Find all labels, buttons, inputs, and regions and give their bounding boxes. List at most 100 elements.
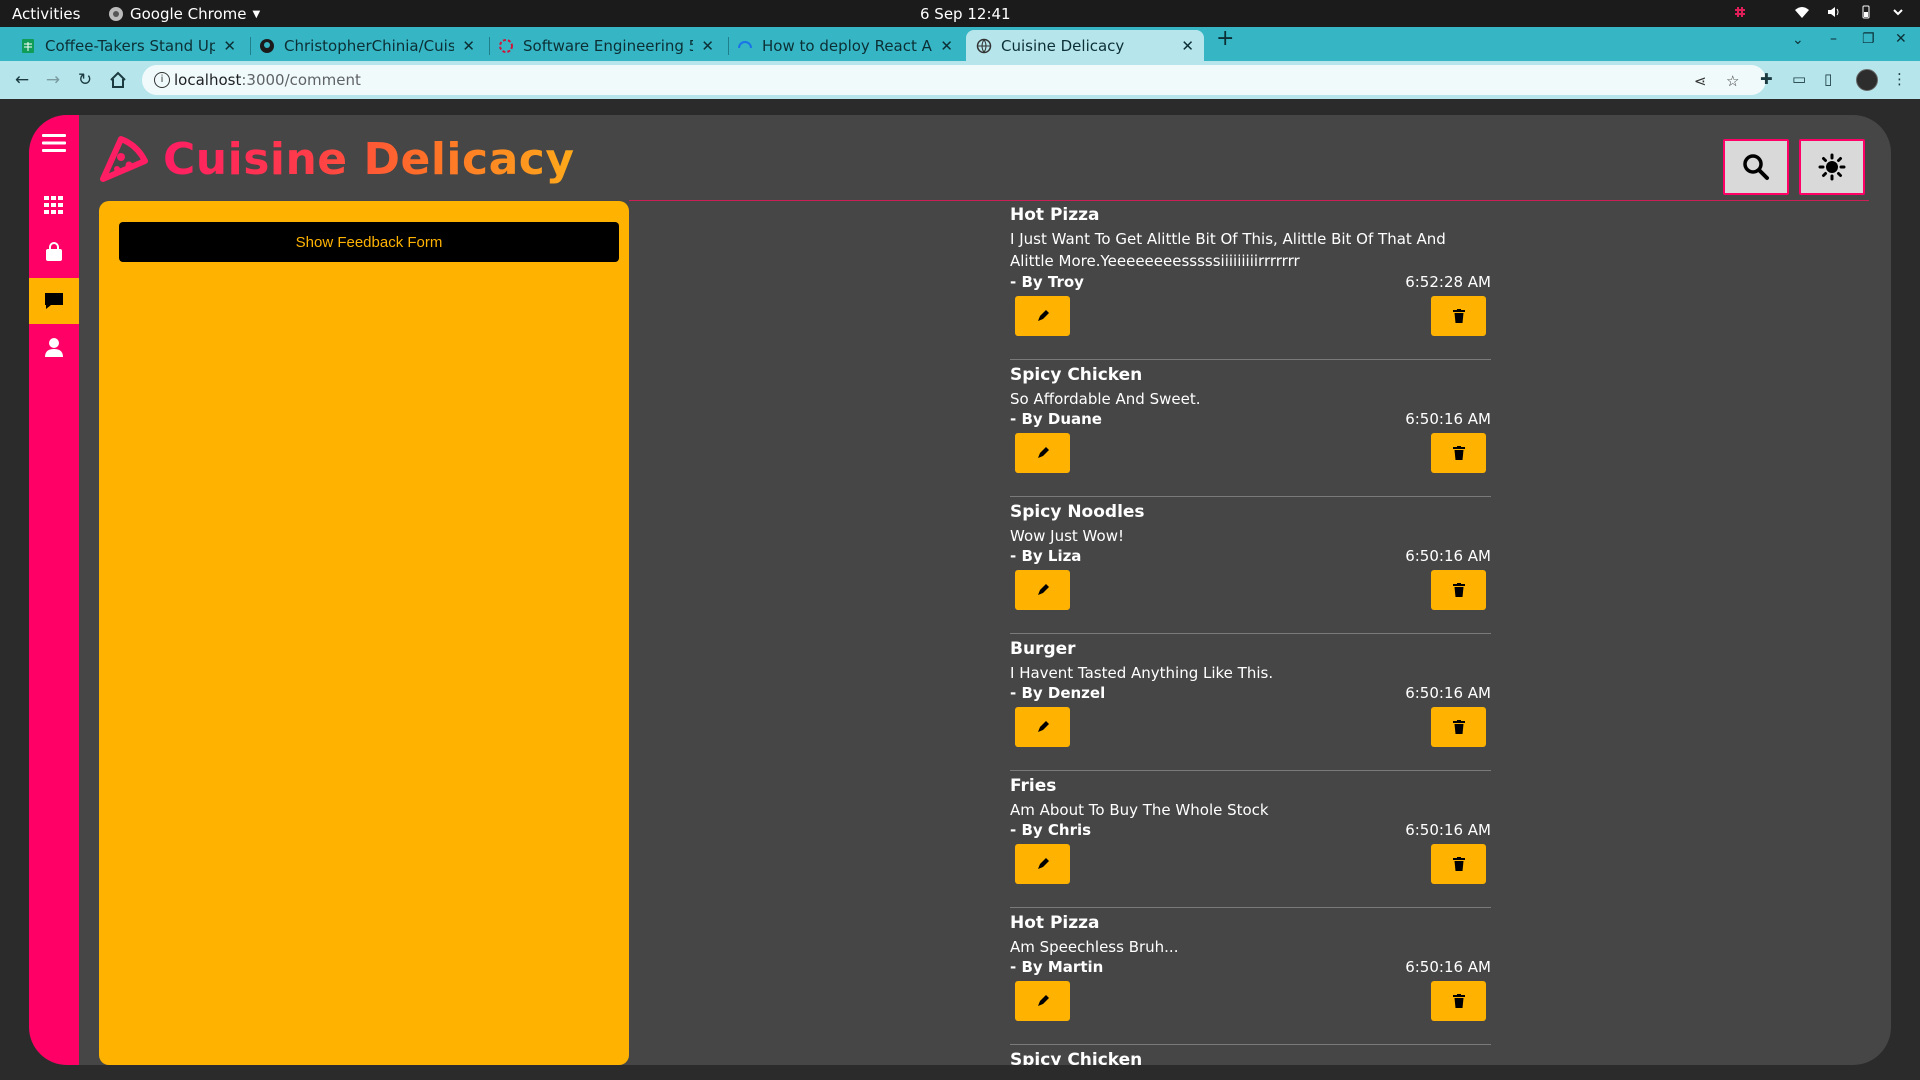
loader-icon bbox=[499, 38, 513, 53]
browser-toolbar: ← → ↻ i localhost:3000/comment ⋖ ☆ ✚ ▭ ▯… bbox=[0, 61, 1920, 99]
delete-comment-button[interactable] bbox=[1431, 433, 1486, 473]
home-icon[interactable] bbox=[108, 70, 128, 90]
grid-icon bbox=[44, 196, 63, 214]
sidebar-item-profile[interactable] bbox=[29, 324, 79, 370]
comment-text: I Havent Tasted Anything Like This. bbox=[1010, 664, 1274, 682]
clock[interactable]: 6 Sep 12:41 bbox=[920, 5, 1011, 23]
hamburger-icon bbox=[42, 134, 66, 152]
sidebar-item-comments[interactable] bbox=[29, 278, 79, 324]
extensions-icon[interactable]: ✚ bbox=[1760, 70, 1773, 88]
comment-food-name: Spicy Chicken bbox=[1010, 1050, 1143, 1065]
app-container: Cuisine Delicacy Show Feedback Form Hot … bbox=[29, 115, 1891, 1065]
comment-food-name: Spicy Chicken bbox=[1010, 365, 1143, 385]
comment-food-name: Burger bbox=[1010, 639, 1076, 659]
edit-icon bbox=[1037, 447, 1049, 458]
volume-icon bbox=[1828, 7, 1839, 17]
side-panel-icon[interactable]: ▯ bbox=[1824, 70, 1832, 88]
comment-time: 6:50:16 AM bbox=[1405, 821, 1491, 839]
page-viewport: Cuisine Delicacy Show Feedback Form Hot … bbox=[0, 99, 1920, 1080]
close-icon[interactable]: ✕ bbox=[940, 37, 953, 55]
comment-food-name: Fries bbox=[1010, 776, 1057, 796]
delete-comment-button[interactable] bbox=[1431, 296, 1486, 336]
share-icon[interactable]: ⋖ bbox=[1694, 72, 1707, 90]
sidebar bbox=[29, 115, 79, 1065]
activities-button[interactable]: Activities bbox=[12, 5, 80, 23]
comment-food-name: Spicy Noodles bbox=[1010, 502, 1145, 522]
cast-icon[interactable]: ▭ bbox=[1792, 70, 1806, 88]
tab-cuisine-delicacy[interactable]: Cuisine Delicacy ✕ bbox=[966, 30, 1204, 61]
new-tab-icon[interactable]: + bbox=[1216, 26, 1234, 51]
close-icon[interactable]: ✕ bbox=[701, 37, 714, 55]
sidebar-item-shop[interactable] bbox=[29, 229, 79, 275]
sheets-icon bbox=[22, 38, 34, 53]
minimize-icon[interactable]: – bbox=[1830, 31, 1837, 47]
comment-author: - By Denzel bbox=[1010, 684, 1106, 702]
comment-time: 6:50:16 AM bbox=[1405, 410, 1491, 428]
system-tray[interactable] bbox=[1732, 4, 1906, 20]
edit-comment-button[interactable] bbox=[1015, 707, 1070, 747]
brand[interactable]: Cuisine Delicacy bbox=[99, 133, 575, 185]
comment-text: So Affordable And Sweet. bbox=[1010, 390, 1201, 408]
comment-author: - By Troy bbox=[1010, 273, 1084, 291]
comment-time: 6:50:16 AM bbox=[1405, 684, 1491, 702]
trash-icon bbox=[1452, 994, 1465, 1008]
reload-icon[interactable]: ↻ bbox=[75, 70, 95, 90]
comment-item: Fries Am About To Buy The Whole Stock - By… bbox=[1010, 771, 1491, 908]
comment-item: Spicy Chicken So Affordable And Sweet. - B… bbox=[1010, 360, 1491, 497]
close-icon[interactable]: ✕ bbox=[223, 37, 236, 55]
edit-comment-button[interactable] bbox=[1015, 296, 1070, 336]
loader-icon bbox=[738, 40, 752, 48]
address-bar[interactable]: i localhost:3000/comment ⋖ ☆ bbox=[142, 65, 1766, 95]
delete-comment-button[interactable] bbox=[1431, 844, 1486, 884]
tab-software-engineering[interactable]: Software Engineering 59- ✕ bbox=[488, 30, 724, 61]
globe-icon bbox=[976, 38, 992, 53]
edit-icon bbox=[1037, 858, 1049, 869]
show-feedback-form-button[interactable]: Show Feedback Form bbox=[119, 222, 619, 262]
sidebar-item-menu[interactable] bbox=[29, 120, 79, 166]
edit-comment-button[interactable] bbox=[1015, 844, 1070, 884]
power-caret-icon bbox=[1893, 9, 1903, 16]
tab-coffee-takers[interactable]: Coffee-Takers Stand Up Li ✕ bbox=[10, 30, 246, 61]
theme-toggle-button[interactable] bbox=[1799, 139, 1865, 195]
comment-author: - By Liza bbox=[1010, 547, 1082, 565]
delete-comment-button[interactable] bbox=[1431, 981, 1486, 1021]
search-icon bbox=[1743, 154, 1769, 180]
restore-icon[interactable]: ❐ bbox=[1862, 31, 1875, 47]
trash-icon bbox=[1452, 720, 1465, 734]
github-icon bbox=[260, 38, 274, 53]
comment-text: Wow Just Wow! bbox=[1010, 527, 1124, 545]
comments-list: Hot Pizza I Just Want To Get Alittle Bit … bbox=[1010, 200, 1491, 1065]
comment-text: Am About To Buy The Whole Stock bbox=[1010, 801, 1269, 819]
tab-github[interactable]: ChristopherChinia/Cuisin ✕ bbox=[249, 30, 485, 61]
edit-comment-button[interactable] bbox=[1015, 570, 1070, 610]
more-menu-icon[interactable]: ⋮ bbox=[1892, 70, 1907, 88]
app-menu[interactable]: Google Chrome ▼ bbox=[108, 5, 260, 23]
tab-strip: Coffee-Takers Stand Up Li ✕ ChristopherC… bbox=[0, 26, 1920, 61]
profile-avatar[interactable] bbox=[1856, 69, 1878, 91]
comment-time: 6:52:28 AM bbox=[1405, 273, 1491, 291]
url-text: localhost:3000/comment bbox=[174, 71, 361, 89]
sidebar-item-dashboard[interactable] bbox=[29, 182, 79, 228]
comment-item: Hot Pizza I Just Want To Get Alittle Bit … bbox=[1010, 200, 1491, 360]
delete-comment-button[interactable] bbox=[1431, 707, 1486, 747]
brand-name: Cuisine Delicacy bbox=[163, 133, 575, 185]
forward-icon[interactable]: → bbox=[43, 70, 63, 90]
edit-comment-button[interactable] bbox=[1015, 433, 1070, 473]
close-icon[interactable]: ✕ bbox=[462, 37, 475, 55]
delete-comment-button[interactable] bbox=[1431, 570, 1486, 610]
tab-search-icon[interactable]: ⌄ bbox=[1792, 32, 1804, 48]
chrome-icon bbox=[109, 7, 123, 21]
comment-time: 6:50:16 AM bbox=[1405, 547, 1491, 565]
close-icon[interactable]: ✕ bbox=[1181, 37, 1194, 55]
slack-icon bbox=[1735, 7, 1745, 17]
bookmark-star-icon[interactable]: ☆ bbox=[1726, 72, 1739, 90]
battery-icon bbox=[1862, 5, 1870, 19]
chat-icon bbox=[45, 293, 63, 309]
back-icon[interactable]: ← bbox=[12, 70, 32, 90]
edit-comment-button[interactable] bbox=[1015, 981, 1070, 1021]
trash-icon bbox=[1452, 857, 1465, 871]
window-close-icon[interactable]: ✕ bbox=[1895, 31, 1907, 47]
search-button[interactable] bbox=[1723, 139, 1789, 195]
site-info-icon[interactable]: i bbox=[154, 72, 170, 88]
tab-deploy-react[interactable]: How to deploy React App ✕ bbox=[727, 30, 963, 61]
